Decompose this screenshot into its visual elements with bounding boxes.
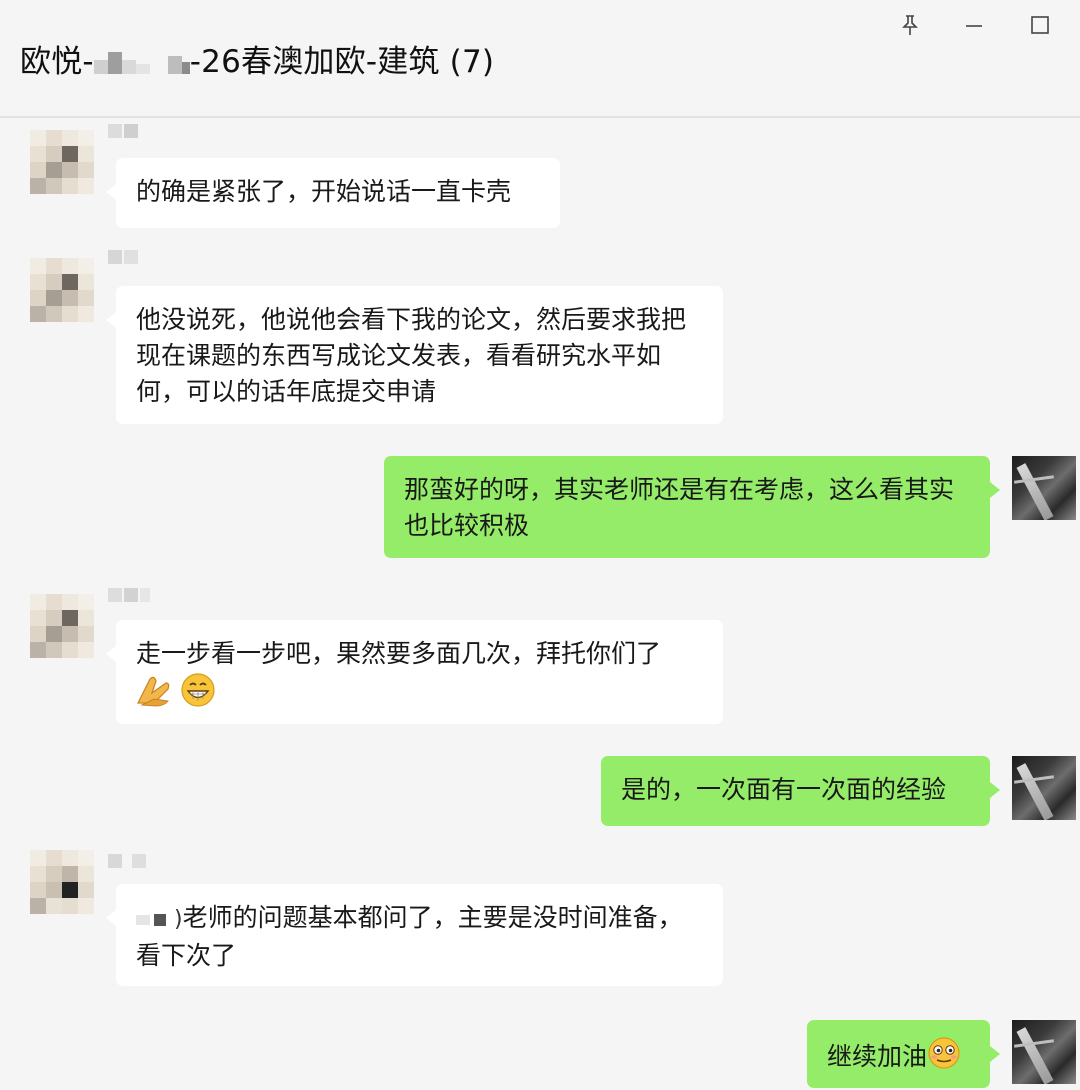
message-text: 的确是紧张了，开始说话一直卡壳 bbox=[136, 177, 512, 206]
message-text: 是的，一次面有一次面的经验 bbox=[621, 775, 947, 804]
message-bubble[interactable]: 他没说死，他说他会看下我的论文，然后要求我把现在课题的东西写成论文发表，看看研究… bbox=[106, 286, 723, 424]
pin-icon[interactable] bbox=[888, 8, 932, 42]
message-bubble[interactable]: ) 老师的问题基本都问了，主要是没时间准备，看下次了 bbox=[106, 884, 723, 986]
avatar-self[interactable] bbox=[1012, 456, 1076, 520]
sender-name-redacted bbox=[108, 250, 138, 264]
chat-header: 欧悦- -26春澳加欧-建筑 (7) bbox=[0, 0, 1080, 118]
message-list[interactable]: 的确是紧张了，开始说话一直卡壳 他没说死，他说他会看下我的论文，然后要求我把现在… bbox=[0, 118, 1080, 1090]
minimize-icon[interactable] bbox=[952, 8, 996, 42]
sender-name-redacted bbox=[108, 124, 138, 138]
avatar[interactable] bbox=[30, 594, 94, 658]
message-text: 那蛮好的呀，其实老师还是有在考虑，这么看其实也比较积极 bbox=[404, 475, 955, 540]
message-text: 他没说死，他说他会看下我的论文，然后要求我把现在课题的东西写成论文发表，看看研究… bbox=[136, 305, 687, 406]
clapping-hands-emoji bbox=[136, 673, 172, 717]
redacted-name: ) bbox=[136, 901, 183, 938]
redacted-title-segment bbox=[93, 46, 190, 82]
message-bubble-self[interactable]: 那蛮好的呀，其实老师还是有在考虑，这么看其实也比较积极 bbox=[384, 456, 1000, 558]
avatar[interactable] bbox=[30, 258, 94, 322]
message-bubble[interactable]: 的确是紧张了，开始说话一直卡壳 bbox=[106, 158, 560, 228]
chat-title-prefix: 欧悦- bbox=[20, 44, 94, 80]
message-bubble-self[interactable]: 是的，一次面有一次面的经验 bbox=[601, 756, 1000, 826]
chat-title: 欧悦- -26春澳加欧-建筑 (7) bbox=[20, 36, 494, 82]
grinning-face-emoji bbox=[180, 672, 216, 718]
chat-title-suffix: -26春澳加欧-建筑 (7) bbox=[189, 44, 495, 80]
message-text: 走一步看一步吧，果然要多面几次，拜托你们了 bbox=[136, 639, 662, 668]
nervous-smile-emoji bbox=[927, 1036, 961, 1080]
message-text: 继续加油 bbox=[827, 1042, 928, 1071]
sender-name-redacted bbox=[108, 854, 146, 868]
avatar-self[interactable] bbox=[1012, 756, 1076, 820]
avatar[interactable] bbox=[30, 130, 94, 194]
maximize-icon[interactable] bbox=[1018, 8, 1062, 42]
sender-name-redacted bbox=[108, 588, 150, 602]
avatar[interactable] bbox=[30, 850, 94, 914]
message-bubble-self[interactable]: 继续加油 bbox=[807, 1020, 1000, 1088]
message-bubble[interactable]: 走一步看一步吧，果然要多面几次，拜托你们了 bbox=[106, 620, 723, 724]
message-text: 老师的问题基本都问了，主要是没时间准备，看下次了 bbox=[136, 903, 683, 970]
avatar-self[interactable] bbox=[1012, 1020, 1076, 1084]
